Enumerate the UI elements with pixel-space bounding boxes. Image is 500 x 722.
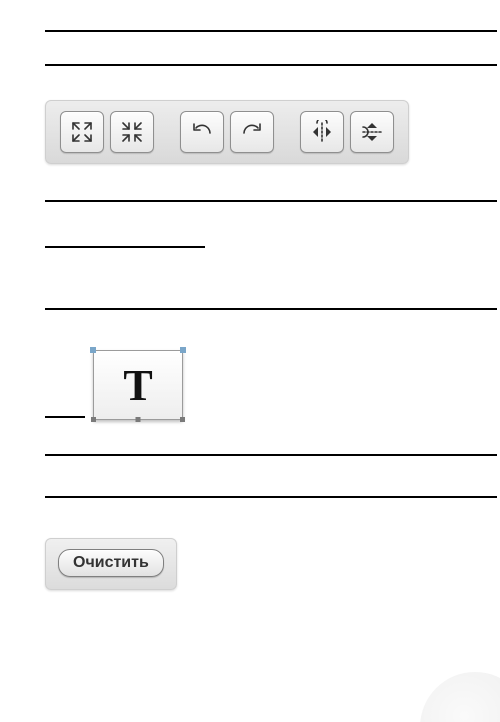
- toolbar-group-zoom: [60, 111, 154, 153]
- text-tool-button[interactable]: T: [93, 350, 183, 420]
- page: T Очистить: [0, 30, 500, 722]
- decorative-bubble: [420, 672, 500, 722]
- clear-button-panel: Очистить: [45, 538, 177, 590]
- contract-button[interactable]: [110, 111, 154, 153]
- toolbar-group-history: [180, 111, 274, 153]
- text-tool-row: T: [45, 350, 500, 420]
- mirror-icon: [310, 120, 334, 144]
- toolbar: [45, 100, 409, 164]
- expand-button[interactable]: [60, 111, 104, 153]
- expand-icon: [70, 120, 94, 144]
- flip-button[interactable]: [350, 111, 394, 153]
- undo-button[interactable]: [180, 111, 224, 153]
- flip-icon: [360, 120, 384, 144]
- short-rule: [45, 416, 85, 418]
- redo-icon: [240, 120, 264, 144]
- text-tool-glyph: T: [123, 360, 152, 411]
- clear-button[interactable]: Очистить: [58, 549, 164, 577]
- toolbar-group-transform: [300, 111, 394, 153]
- undo-icon: [190, 120, 214, 144]
- contract-icon: [120, 120, 144, 144]
- mirror-button[interactable]: [300, 111, 344, 153]
- redo-button[interactable]: [230, 111, 274, 153]
